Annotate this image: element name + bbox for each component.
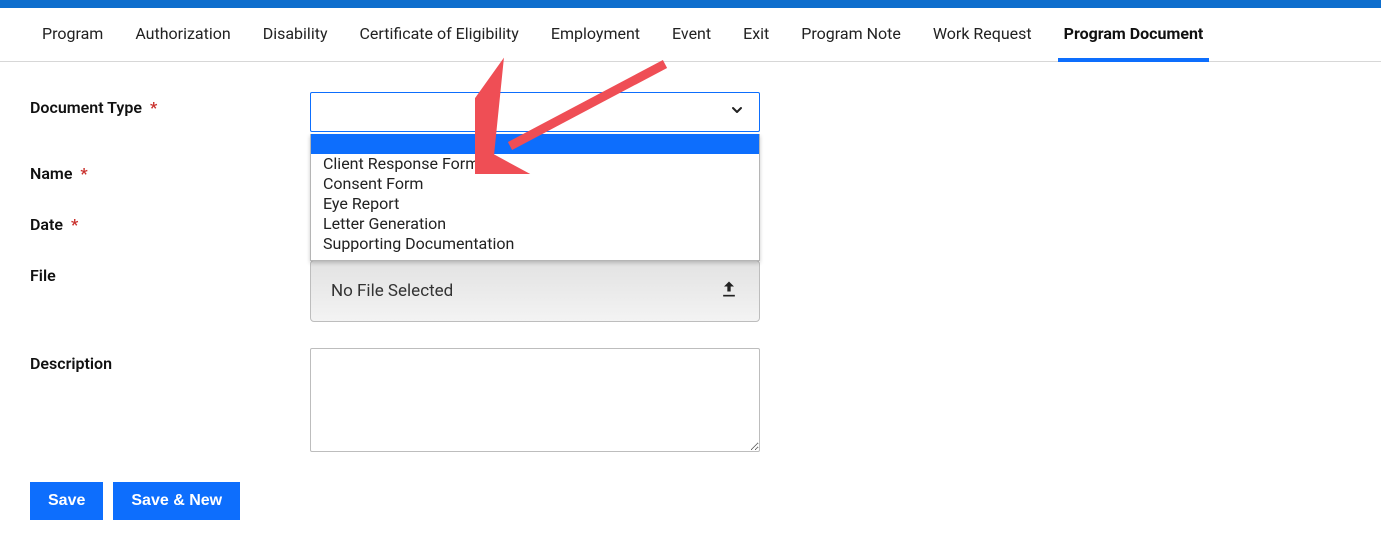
field-description <box>310 348 760 456</box>
label-file-text: File <box>30 266 56 285</box>
tab-certificate-of-eligibility[interactable]: Certificate of Eligibility <box>360 24 519 51</box>
save-button[interactable]: Save <box>30 482 103 520</box>
tab-authorization[interactable]: Authorization <box>135 24 230 51</box>
tab-exit[interactable]: Exit <box>743 24 769 51</box>
label-description: Description <box>30 348 310 373</box>
row-file: File No File Selected <box>30 260 1351 322</box>
tab-program-note[interactable]: Program Note <box>801 24 901 51</box>
label-name-text: Name <box>30 164 72 183</box>
dropdown-option-supporting-documentation[interactable]: Supporting Documentation <box>311 234 759 260</box>
label-date-text: Date <box>30 215 63 234</box>
dropdown-option-letter-generation[interactable]: Letter Generation <box>311 214 759 234</box>
tab-disability[interactable]: Disability <box>263 24 328 51</box>
required-marker: * <box>80 164 87 183</box>
row-description: Description <box>30 348 1351 456</box>
upload-icon <box>719 279 739 304</box>
file-upload-box[interactable]: No File Selected <box>310 260 760 322</box>
chevron-down-icon <box>729 102 745 123</box>
document-type-dropdown: Client Response Form Consent Form Eye Re… <box>310 134 760 261</box>
tab-strip: Program Authorization Disability Certifi… <box>0 8 1381 62</box>
tab-employment[interactable]: Employment <box>551 24 640 51</box>
top-brand-bar <box>0 0 1381 8</box>
label-document-type: Document Type * <box>30 92 310 117</box>
required-marker: * <box>71 215 78 234</box>
label-description-text: Description <box>30 354 112 373</box>
form-area: Document Type * Client Response Form Con… <box>0 62 1381 540</box>
field-document-type: Client Response Form Consent Form Eye Re… <box>310 92 760 132</box>
save-and-new-button[interactable]: Save & New <box>113 482 240 520</box>
tab-program-document[interactable]: Program Document <box>1064 24 1204 51</box>
dropdown-option-client-response-form[interactable]: Client Response Form <box>311 154 759 174</box>
required-marker: * <box>150 98 157 117</box>
document-type-select[interactable] <box>310 92 760 132</box>
file-placeholder: No File Selected <box>331 281 453 301</box>
description-textarea[interactable] <box>310 348 760 452</box>
tab-work-request[interactable]: Work Request <box>933 24 1032 51</box>
tab-program[interactable]: Program <box>42 24 103 51</box>
button-row: Save Save & New <box>30 482 1351 520</box>
label-date: Date * <box>30 209 310 234</box>
label-file: File <box>30 260 310 285</box>
dropdown-option-eye-report[interactable]: Eye Report <box>311 194 759 214</box>
label-name: Name * <box>30 158 310 183</box>
dropdown-blank-option[interactable] <box>311 134 759 154</box>
row-document-type: Document Type * Client Response Form Con… <box>30 92 1351 132</box>
field-file: No File Selected <box>310 260 760 322</box>
label-document-type-text: Document Type <box>30 98 142 117</box>
dropdown-option-consent-form[interactable]: Consent Form <box>311 174 759 194</box>
tab-event[interactable]: Event <box>672 24 711 51</box>
